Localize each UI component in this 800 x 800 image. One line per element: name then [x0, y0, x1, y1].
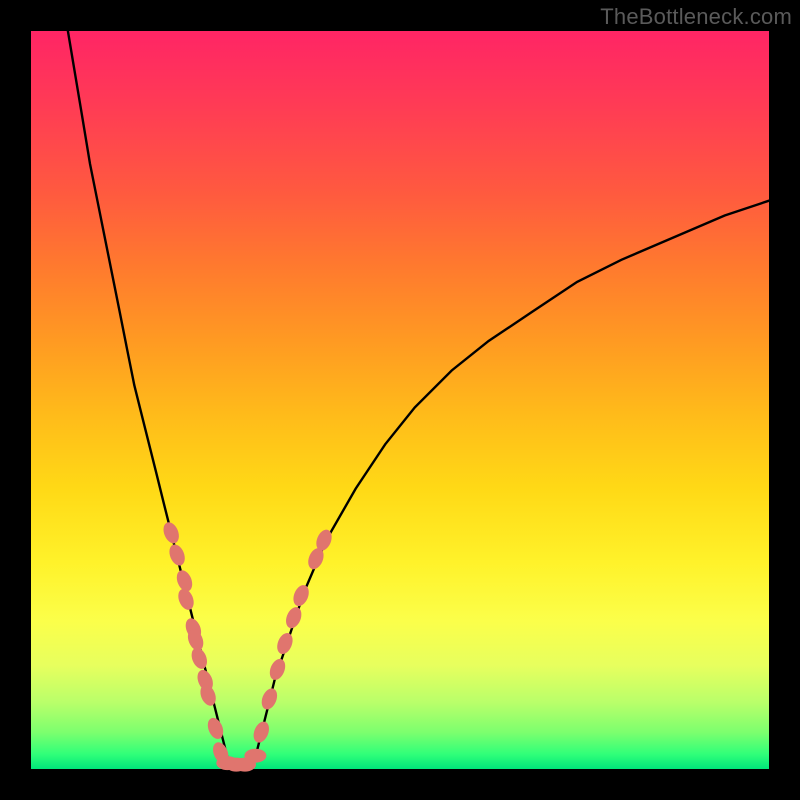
- chart-overlay: [31, 31, 769, 769]
- curve-right-branch: [252, 201, 769, 769]
- watermark-text: TheBottleneck.com: [600, 4, 792, 30]
- marker-point: [244, 749, 266, 763]
- marker-point: [274, 631, 295, 657]
- marker-point: [161, 520, 182, 546]
- marker-point: [259, 686, 280, 712]
- marker-point: [189, 645, 210, 671]
- highlighted-points: [161, 520, 335, 772]
- marker-point: [290, 583, 311, 609]
- marker-point: [283, 605, 304, 631]
- marker-point: [251, 719, 272, 745]
- marker-point: [166, 542, 187, 568]
- chart-frame: TheBottleneck.com: [0, 0, 800, 800]
- marker-point: [267, 657, 288, 683]
- marker-point: [175, 586, 196, 612]
